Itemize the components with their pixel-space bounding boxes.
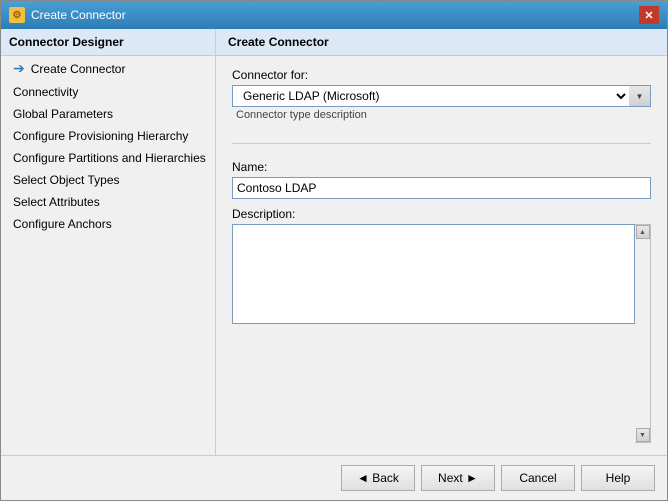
scrollbar-up-button[interactable]: ▲ — [636, 225, 650, 239]
connector-for-label: Connector for: — [232, 68, 651, 82]
footer: ◄ Back Next ► Cancel Help — [1, 455, 667, 500]
description-scrollbar[interactable]: ▲ ▼ — [635, 224, 651, 443]
sidebar-item-label: Create Connector — [31, 62, 126, 76]
titlebar-left: ⚙ Create Connector — [9, 7, 126, 23]
sidebar: Connector Designer ➔ Create Connector Co… — [1, 29, 216, 455]
connector-type-description: Connector type description — [232, 107, 651, 127]
titlebar: ⚙ Create Connector ✕ — [1, 1, 667, 29]
main-area: Connector Designer ➔ Create Connector Co… — [1, 29, 667, 455]
scrollbar-down-button[interactable]: ▼ — [636, 428, 650, 442]
separator — [232, 143, 651, 144]
connector-type-dropdown-wrapper: Generic LDAP (Microsoft) Active Director… — [232, 85, 651, 107]
description-label: Description: — [232, 207, 651, 221]
sidebar-item-label: Configure Anchors — [13, 217, 112, 231]
name-section: Name: — [232, 160, 651, 199]
sidebar-item-connectivity[interactable]: Connectivity — [1, 81, 215, 103]
sidebar-item-configure-partitions[interactable]: Configure Partitions and Hierarchies — [1, 147, 215, 169]
cancel-button[interactable]: Cancel — [501, 465, 575, 491]
name-label: Name: — [232, 160, 651, 174]
back-button[interactable]: ◄ Back — [341, 465, 415, 491]
sidebar-item-global-parameters[interactable]: Global Parameters — [1, 103, 215, 125]
sidebar-item-label: Global Parameters — [13, 107, 113, 121]
close-button[interactable]: ✕ — [639, 6, 659, 24]
connector-type-select[interactable]: Generic LDAP (Microsoft) Active Director… — [232, 85, 629, 107]
app-icon: ⚙ — [9, 7, 25, 23]
active-arrow-icon: ➔ — [13, 60, 25, 77]
description-section: Description: ▲ ▼ — [232, 207, 651, 443]
sidebar-item-create-connector[interactable]: ➔ Create Connector — [1, 56, 215, 81]
description-textarea-wrapper: ▲ ▼ — [232, 224, 651, 443]
sidebar-item-configure-anchors[interactable]: Configure Anchors — [1, 213, 215, 235]
help-button[interactable]: Help — [581, 465, 655, 491]
content-body: Connector for: Generic LDAP (Microsoft) … — [216, 56, 667, 455]
sidebar-item-label: Select Object Types — [13, 173, 120, 187]
description-textarea[interactable] — [232, 224, 635, 324]
sidebar-item-select-attributes[interactable]: Select Attributes — [1, 191, 215, 213]
sidebar-item-label: Configure Provisioning Hierarchy — [13, 129, 188, 143]
window: ⚙ Create Connector ✕ Connector Designer … — [0, 0, 668, 501]
connector-for-section: Connector for: Generic LDAP (Microsoft) … — [232, 68, 651, 127]
name-input[interactable] — [232, 177, 651, 199]
next-button[interactable]: Next ► — [421, 465, 495, 491]
titlebar-title: Create Connector — [31, 8, 126, 22]
connector-type-dropdown-arrow[interactable]: ▼ — [629, 85, 651, 107]
sidebar-item-configure-provisioning[interactable]: Configure Provisioning Hierarchy — [1, 125, 215, 147]
sidebar-item-select-object-types[interactable]: Select Object Types — [1, 169, 215, 191]
sidebar-item-label: Configure Partitions and Hierarchies — [13, 151, 206, 165]
content-header: Create Connector — [216, 29, 667, 56]
sidebar-item-label: Select Attributes — [13, 195, 100, 209]
sidebar-header: Connector Designer — [1, 29, 215, 56]
content-area: Create Connector Connector for: Generic … — [216, 29, 667, 455]
sidebar-item-label: Connectivity — [13, 85, 78, 99]
